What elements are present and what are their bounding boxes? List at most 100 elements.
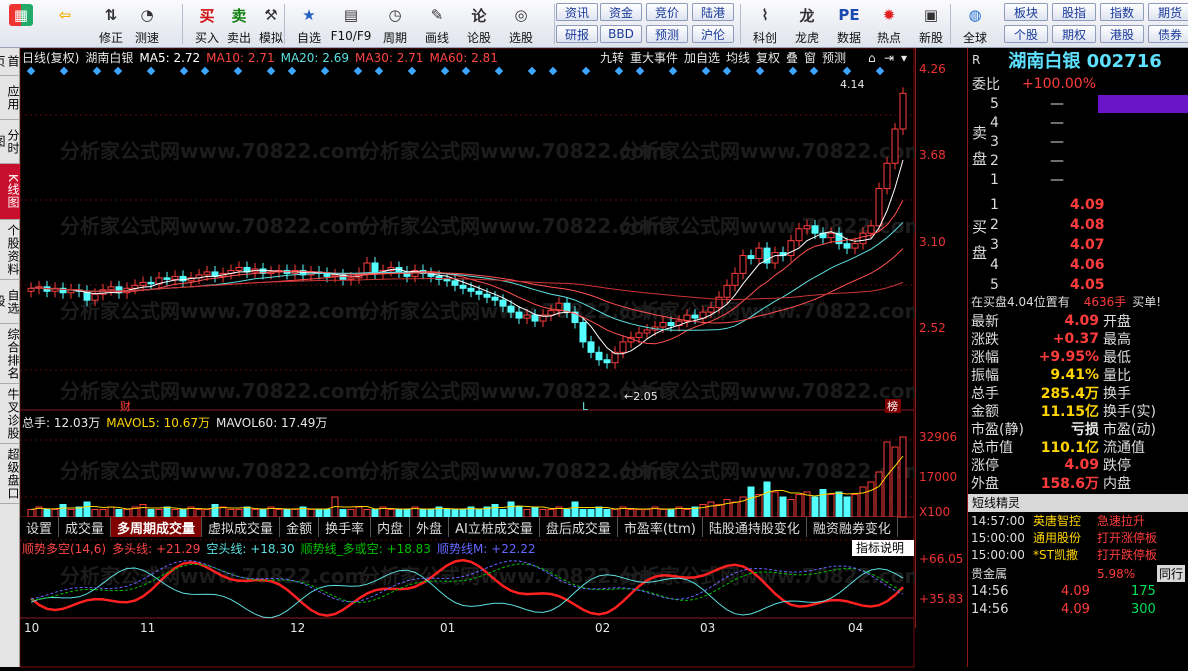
quick-tab-12[interactable]: 个股: [1004, 25, 1048, 43]
toolbar-hot-button[interactable]: ✹ 热点: [872, 0, 906, 48]
toolbar-discuss-button[interactable]: 论论股: [462, 0, 496, 48]
left-nav-item-7[interactable]: 牛叉诊股: [0, 384, 20, 444]
toolbar-back-arrow-button[interactable]: ⇦: [48, 0, 82, 48]
quick-tab-2[interactable]: 竞价: [646, 3, 688, 21]
toolbar-app-grid-button[interactable]: ▦: [4, 0, 38, 48]
indicator-help-button[interactable]: 指标说明: [856, 540, 904, 555]
quick-tab-7[interactable]: 沪伦: [692, 25, 734, 43]
left-nav-item-2[interactable]: 分时图: [0, 120, 20, 164]
quick-tab-14[interactable]: 港股: [1100, 25, 1144, 43]
candle-body: [843, 243, 851, 249]
candle-body: [91, 293, 99, 301]
quick-tab-5[interactable]: BBD: [600, 25, 642, 43]
toolbar-globe-button[interactable]: ◍ 全球: [958, 0, 992, 48]
quote-row: 涨停 4.09 跌停: [968, 456, 1188, 474]
indicator-tab-7[interactable]: 外盘: [410, 517, 450, 537]
indicator-tab-0[interactable]: 设置: [20, 517, 60, 537]
quick-tab-11[interactable]: 期货: [1148, 3, 1188, 21]
left-nav-item-8[interactable]: 超级盘口: [0, 444, 20, 504]
quick-tab-3[interactable]: 陆港: [692, 3, 734, 21]
toolbar-pe-button[interactable]: PE 数据: [832, 0, 866, 48]
chart-header-button-1[interactable]: 重大事件: [630, 51, 678, 65]
toolbar-new-button[interactable]: ▣ 新股: [914, 0, 948, 48]
sector-row[interactable]: 贵金属 5.98% 同行: [968, 564, 1188, 583]
candle-body: [659, 322, 667, 328]
spirit-title[interactable]: 短线精灵: [968, 494, 1188, 512]
quick-tab-15[interactable]: 债券: [1148, 25, 1188, 43]
chart-header-button-7[interactable]: 预测: [822, 51, 846, 65]
volume-bar: [171, 509, 179, 518]
indicator-tab-10[interactable]: 市盈率(ttm): [618, 517, 703, 537]
signal-diamond: [113, 66, 123, 76]
left-nav-item-0[interactable]: 首页: [0, 48, 20, 76]
spirit-news-row[interactable]: 14:57:00 英唐智控 急速拉升: [968, 512, 1188, 529]
dropdown-icon[interactable]: ▾: [901, 51, 907, 65]
bid-level-num: 5: [990, 276, 999, 293]
left-nav-item-6[interactable]: 综合排名: [0, 324, 20, 384]
indicator-tab-9[interactable]: 盘后成交量: [540, 517, 618, 537]
finance-marker[interactable]: 财: [120, 399, 131, 413]
sector-tab[interactable]: 同行: [1157, 565, 1186, 582]
left-nav-item-3[interactable]: K线图: [0, 164, 20, 220]
quick-tab-13[interactable]: 期权: [1052, 25, 1096, 43]
indicator-tab-11[interactable]: 陆股通持股变化: [703, 517, 807, 537]
volume-bar: [515, 506, 523, 518]
indicator-tab-3[interactable]: 虚拟成交量: [202, 517, 281, 537]
toolbar-pen-button[interactable]: ✎ 画线: [420, 0, 454, 48]
chart-header-button-3[interactable]: 均线: [726, 51, 750, 65]
toolbar-chart-button[interactable]: ⌇ 科创: [748, 0, 782, 48]
indicator-tab-12[interactable]: 融资融券变化: [807, 517, 898, 537]
high-price-label: 4.14: [840, 78, 865, 91]
list-marker[interactable]: 榜: [887, 399, 898, 413]
volume-bar: [707, 501, 715, 518]
signal-diamond: [440, 66, 450, 76]
indicator-tab-6[interactable]: 内盘: [371, 517, 411, 537]
indicator-tab-2[interactable]: 多周期成交量: [111, 517, 203, 537]
left-nav-item-4[interactable]: 个股资料: [0, 220, 20, 280]
volume-header: 总手: 12.03万 MAVOL5: 10.67万 MAVOL60: 17.49万: [22, 416, 327, 430]
toolbar-speed-button[interactable]: ◔ 测速: [130, 0, 164, 48]
chart-header-button-5[interactable]: 叠: [786, 51, 798, 65]
indicator-tab-1[interactable]: 成交量: [59, 517, 112, 537]
quote-label-2: 流通值: [1103, 440, 1145, 456]
indicator-tab-5[interactable]: 换手率: [319, 517, 372, 537]
buy-side-label: 买盘: [972, 218, 988, 262]
toolbar-buy-button[interactable]: 买买入: [190, 0, 224, 48]
toolbar-doc-button[interactable]: ▤ F10/F9: [331, 0, 372, 48]
toolbar-dragon-button[interactable]: 龙龙虎: [790, 0, 824, 48]
spirit-news-row[interactable]: 15:00:00 通用股份 打开涨停板: [968, 529, 1188, 546]
quote-label: 市盈(静): [971, 422, 1024, 438]
volume-bar: [235, 509, 243, 518]
toolbar-sell-button[interactable]: 卖卖出: [222, 0, 256, 48]
indicator-tab-4[interactable]: 金额: [280, 517, 320, 537]
spirit-news-row[interactable]: 15:00:00 *ST凯撒 打开跌停板: [968, 546, 1188, 563]
quick-tab-8[interactable]: 板块: [1004, 3, 1048, 21]
indicator-tab-8[interactable]: AI立桩成交量: [449, 517, 540, 537]
candle-body: [771, 252, 779, 264]
chart-header-button-0[interactable]: 九转: [600, 50, 624, 65]
toolbar-divider: [182, 4, 183, 44]
candle-body: [147, 281, 155, 285]
low-marker[interactable]: L: [582, 400, 589, 413]
quick-tab-1[interactable]: 资金: [600, 3, 642, 21]
quick-tab-6[interactable]: 预测: [646, 25, 688, 43]
expand-icon[interactable]: ⇥: [884, 51, 894, 65]
toolbar-clock-button[interactable]: ◷ 周期: [378, 0, 412, 48]
quick-tab-4[interactable]: 研报: [556, 25, 598, 43]
toolbar-select-button[interactable]: ◎ 选股: [504, 0, 538, 48]
chart-header-button-4[interactable]: 复权: [756, 51, 780, 65]
volume-bar: [563, 509, 571, 518]
toolbar-star-button[interactable]: ★ 自选: [292, 0, 326, 48]
left-nav-item-5[interactable]: 自选股: [0, 280, 20, 324]
kline-chart-area[interactable]: 分析家公式网www.70822.com 分析家公式网www.70822.com 分析…: [19, 47, 925, 668]
lock-icon[interactable]: ⌂: [868, 51, 876, 65]
chart-header-button-2[interactable]: 加自选: [684, 51, 720, 65]
quick-tab-9[interactable]: 股指: [1052, 3, 1096, 21]
toolbar-hammer-button[interactable]: ⚒ 模拟: [254, 0, 288, 48]
quick-tab-0[interactable]: 资讯: [556, 3, 598, 21]
toolbar-up-down-button[interactable]: ⇅ 修正: [94, 0, 128, 48]
chart-header-button-6[interactable]: 窗: [804, 51, 816, 65]
volume-bar: [443, 509, 451, 518]
quick-tab-10[interactable]: 指数: [1100, 3, 1144, 21]
left-nav-item-1[interactable]: 应用: [0, 76, 20, 120]
